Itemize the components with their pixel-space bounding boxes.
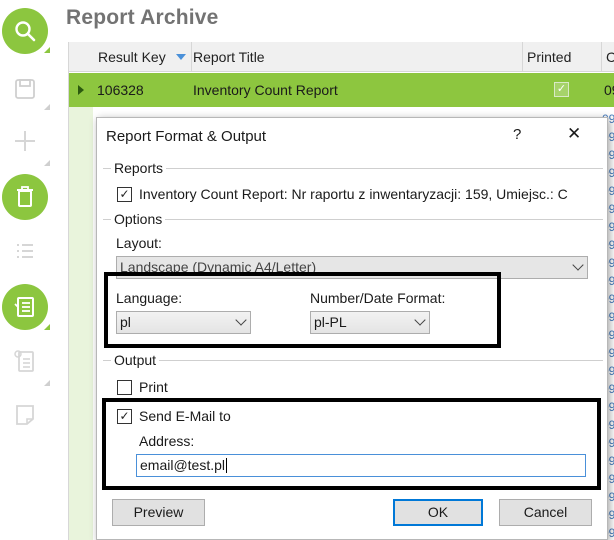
reports-group-label: Reports	[111, 160, 167, 176]
email-highlight-box	[102, 398, 601, 490]
add-menu-indicator	[44, 160, 50, 166]
preview-button[interactable]: Preview	[112, 499, 205, 526]
print-label: Print	[139, 379, 168, 395]
note-icon[interactable]	[2, 392, 48, 438]
grid-row-selector-strip	[69, 107, 93, 540]
column-header-c[interactable]: C	[601, 42, 614, 72]
report-list-menu-indicator	[44, 324, 50, 330]
cancel-button[interactable]: Cancel	[499, 499, 592, 526]
sort-descending-icon	[176, 54, 186, 60]
table-row-selected[interactable]: 106328 Inventory Count Report ✓ 09	[69, 73, 614, 107]
grid-header: Result Key Report Title Printed C	[69, 42, 614, 72]
list-icon[interactable]	[2, 228, 48, 274]
search-menu-indicator	[44, 47, 50, 53]
save-menu-indicator	[44, 104, 50, 110]
report-include-checkbox[interactable]: ✓	[117, 187, 132, 202]
report-info-menu-indicator	[44, 380, 50, 386]
language-format-highlight-box	[104, 272, 501, 348]
delete-icon[interactable]	[2, 174, 48, 220]
ok-button[interactable]: OK	[393, 499, 483, 526]
print-checkbox[interactable]	[117, 380, 132, 395]
add-icon[interactable]	[2, 118, 48, 164]
cell-printed-checkbox[interactable]: ✓	[554, 82, 569, 97]
layout-label: Layout:	[116, 235, 162, 251]
close-icon[interactable]: ✕	[567, 125, 581, 143]
row-indicator-icon	[78, 85, 84, 95]
save-icon[interactable]	[2, 66, 48, 112]
output-group-line	[103, 360, 603, 361]
options-group-line	[103, 219, 603, 220]
help-button[interactable]: ?	[513, 126, 521, 143]
report-include-label: Inventory Count Report: Nr raportu z inw…	[139, 186, 568, 202]
cell-c: 09	[604, 82, 614, 98]
column-header-report-title[interactable]: Report Title	[188, 42, 523, 72]
page-title: Report Archive	[66, 6, 219, 29]
app-window: Report Archive Result Key Report Title P…	[0, 0, 614, 540]
cell-report-title: Inventory Count Report	[193, 82, 338, 98]
left-toolbar	[0, 0, 64, 540]
cell-result-key: 106328	[97, 82, 144, 98]
report-info-icon[interactable]	[2, 338, 48, 384]
column-header-printed[interactable]: Printed	[522, 42, 602, 72]
output-group-label: Output	[111, 352, 160, 368]
dialog-title: Report Format & Output	[106, 128, 267, 145]
search-icon[interactable]	[2, 8, 48, 54]
reports-group-line	[103, 168, 603, 169]
chevron-down-icon	[572, 259, 584, 271]
report-list-icon[interactable]	[2, 284, 48, 330]
options-group-label: Options	[111, 211, 166, 227]
